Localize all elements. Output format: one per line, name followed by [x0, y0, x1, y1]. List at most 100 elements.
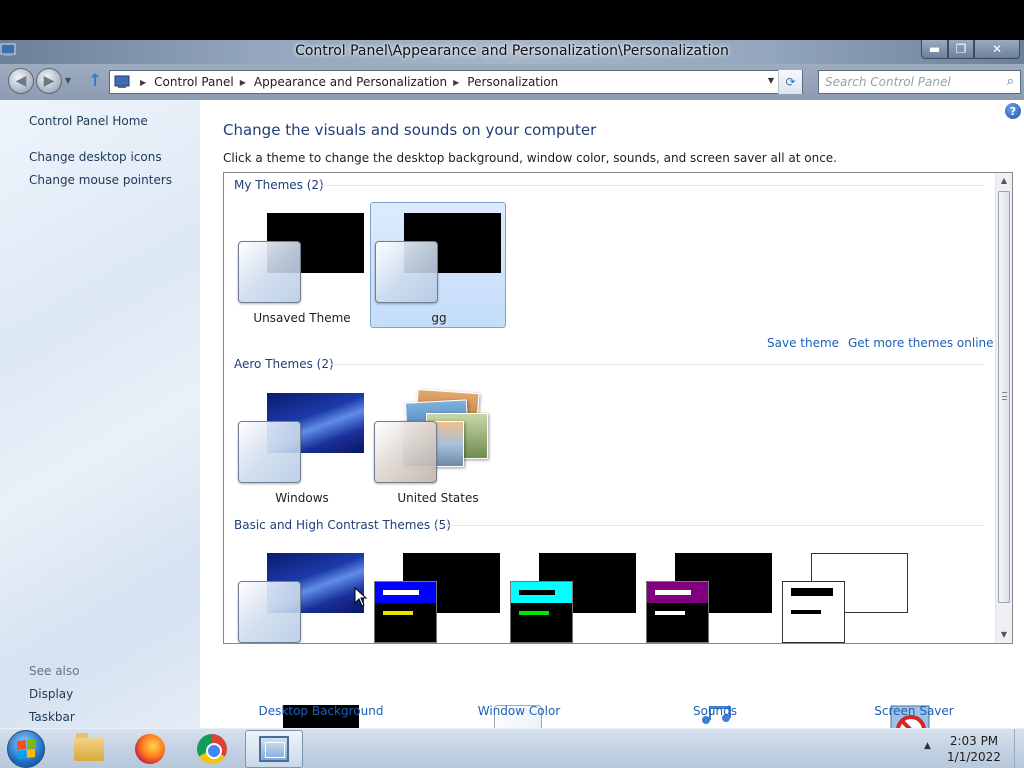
theme-tile-high-contrast-black[interactable]	[642, 543, 778, 643]
theme-label: Unsaved Theme	[253, 311, 351, 325]
back-arrow-icon: ◀	[15, 73, 27, 89]
close-icon: ✕	[991, 42, 1003, 56]
refresh-icon: ⟳	[785, 75, 796, 89]
minimize-button[interactable]: ▬	[921, 40, 948, 59]
sidebar-link-change-mouse-pointers[interactable]: Change mouse pointers	[29, 173, 172, 187]
theme-tile-windows[interactable]: Windows	[234, 383, 370, 509]
show-desktop-button[interactable]	[1014, 729, 1024, 768]
screen-top-bar	[0, 0, 1024, 40]
breadcrumb-personalization[interactable]: Personalization	[467, 75, 558, 89]
refresh-button[interactable]: ⟳	[778, 70, 802, 94]
theme-window-preview	[374, 581, 437, 643]
windows-logo-icon	[17, 739, 35, 759]
theme-label: United States	[397, 491, 479, 505]
hc-title-bar	[511, 582, 572, 603]
group-header-aero-themes: Aero Themes (2)	[234, 357, 334, 371]
window-color-link[interactable]: Window Color	[439, 704, 599, 718]
get-more-themes-link[interactable]: Get more themes online	[848, 336, 994, 350]
scroll-up-icon[interactable]: ▲	[996, 173, 1012, 189]
sounds-link[interactable]: Sounds	[635, 704, 795, 718]
search-box[interactable]: ⌕	[818, 70, 1021, 94]
taskbar: ▲ 2:03 PM 1/1/2022	[0, 728, 1024, 768]
breadcrumb-appearance[interactable]: Appearance and Personalization	[254, 75, 447, 89]
theme-tile-united-states[interactable]: United States	[370, 383, 506, 509]
scroll-thumb[interactable]	[998, 191, 1010, 603]
taskbar-explorer-button[interactable]	[60, 730, 118, 768]
help-icon[interactable]: ?	[1005, 103, 1021, 119]
breadcrumb-separator-icon[interactable]: ▶	[453, 78, 459, 87]
theme-window-preview	[238, 421, 301, 483]
sidebar-link-display[interactable]: Display	[29, 687, 73, 701]
theme-label: gg	[431, 311, 447, 325]
navigation-bar: ◀ ▶ ▼ ↑ ▶ Control Panel ▶ Appearance and…	[0, 64, 1024, 100]
control-panel-window: Control Panel\Appearance and Personaliza…	[0, 40, 1024, 753]
hc-title-bar	[647, 582, 708, 603]
theme-window-preview	[238, 241, 301, 303]
theme-window-preview	[375, 241, 438, 303]
theme-window-preview	[238, 581, 301, 643]
save-theme-link[interactable]: Save theme	[767, 336, 839, 350]
close-button[interactable]: ✕	[974, 40, 1020, 59]
mouse-cursor-icon	[354, 587, 368, 607]
see-also-heading: See also	[29, 664, 80, 678]
hc-title-bar	[783, 582, 844, 603]
theme-window-preview	[510, 581, 573, 643]
search-icon[interactable]: ⌕	[1007, 74, 1014, 89]
chrome-icon	[197, 734, 227, 764]
group-header-basic-high-contrast: Basic and High Contrast Themes (5)	[234, 518, 451, 532]
search-input[interactable]	[825, 74, 995, 90]
theme-tile-high-contrast-2[interactable]	[506, 543, 642, 643]
sidebar: Control Panel Home Change desktop icons …	[0, 100, 200, 728]
window-title: Control Panel\Appearance and Personaliza…	[295, 43, 729, 59]
theme-tile-windows-basic[interactable]	[234, 543, 370, 643]
clock-time: 2:03 PM	[949, 734, 999, 748]
recent-pages-dropdown[interactable]: ▼	[65, 76, 71, 85]
sidebar-link-taskbar[interactable]: Taskbar	[29, 710, 75, 724]
theme-window-preview	[646, 581, 709, 643]
page-title: Change the visuals and sounds on your co…	[223, 121, 597, 139]
screen-saver-link[interactable]: Screen Saver	[834, 704, 994, 718]
theme-window-preview	[782, 581, 845, 643]
group-divider	[434, 525, 984, 526]
main-panel: ? Change the visuals and sounds on your …	[200, 100, 1024, 728]
theme-window-preview	[374, 421, 437, 483]
sidebar-link-control-panel-home[interactable]: Control Panel Home	[29, 114, 148, 128]
group-divider	[320, 185, 984, 186]
title-bar[interactable]: Control Panel\Appearance and Personaliza…	[0, 40, 1024, 64]
grip-icon	[1002, 392, 1007, 400]
minimize-icon: ▬	[928, 42, 941, 56]
maximize-button[interactable]: ❐	[948, 40, 974, 59]
theme-list-scrollbar[interactable]: ▲ ▼	[995, 173, 1012, 643]
show-hidden-icons-icon[interactable]: ▲	[924, 741, 931, 751]
folder-icon	[74, 733, 104, 761]
forward-button[interactable]: ▶	[36, 68, 62, 94]
breadcrumb-separator-icon[interactable]: ▶	[240, 78, 246, 87]
firefox-icon	[135, 734, 165, 764]
breadcrumb-control-panel[interactable]: Control Panel	[154, 75, 234, 89]
start-button[interactable]	[7, 730, 45, 768]
system-clock[interactable]: 2:03 PM 1/1/2022	[938, 733, 1010, 765]
desktop-background-link[interactable]: Desktop Background	[241, 704, 401, 718]
control-panel-icon	[114, 75, 130, 88]
up-arrow-icon[interactable]: ↑	[88, 71, 102, 91]
theme-tile-high-contrast-1[interactable]	[370, 543, 506, 643]
back-button[interactable]: ◀	[8, 68, 34, 94]
theme-tile-unsaved[interactable]: Unsaved Theme	[234, 203, 370, 329]
theme-label: Windows	[275, 491, 329, 505]
sidebar-link-change-desktop-icons[interactable]: Change desktop icons	[29, 150, 162, 164]
taskbar-control-panel-button[interactable]	[245, 730, 303, 768]
group-divider	[330, 364, 984, 365]
forward-arrow-icon: ▶	[43, 73, 55, 89]
content-area: Control Panel Home Change desktop icons …	[0, 100, 1024, 753]
maximize-icon: ❐	[955, 42, 967, 56]
theme-tile-gg[interactable]: gg	[370, 202, 506, 328]
address-bar[interactable]: ▶ Control Panel ▶ Appearance and Persona…	[109, 70, 803, 94]
taskbar-chrome-button[interactable]	[183, 730, 241, 768]
scroll-down-icon[interactable]: ▼	[996, 627, 1012, 643]
theme-tile-high-contrast-white[interactable]	[778, 543, 914, 643]
address-dropdown-icon[interactable]: ▼	[768, 76, 774, 85]
clock-date: 1/1/2022	[947, 750, 1001, 764]
theme-list: My Themes (2) Unsaved Theme gg Save them…	[223, 172, 1013, 644]
breadcrumb-separator-icon[interactable]: ▶	[140, 78, 146, 87]
taskbar-firefox-button[interactable]	[121, 730, 179, 768]
